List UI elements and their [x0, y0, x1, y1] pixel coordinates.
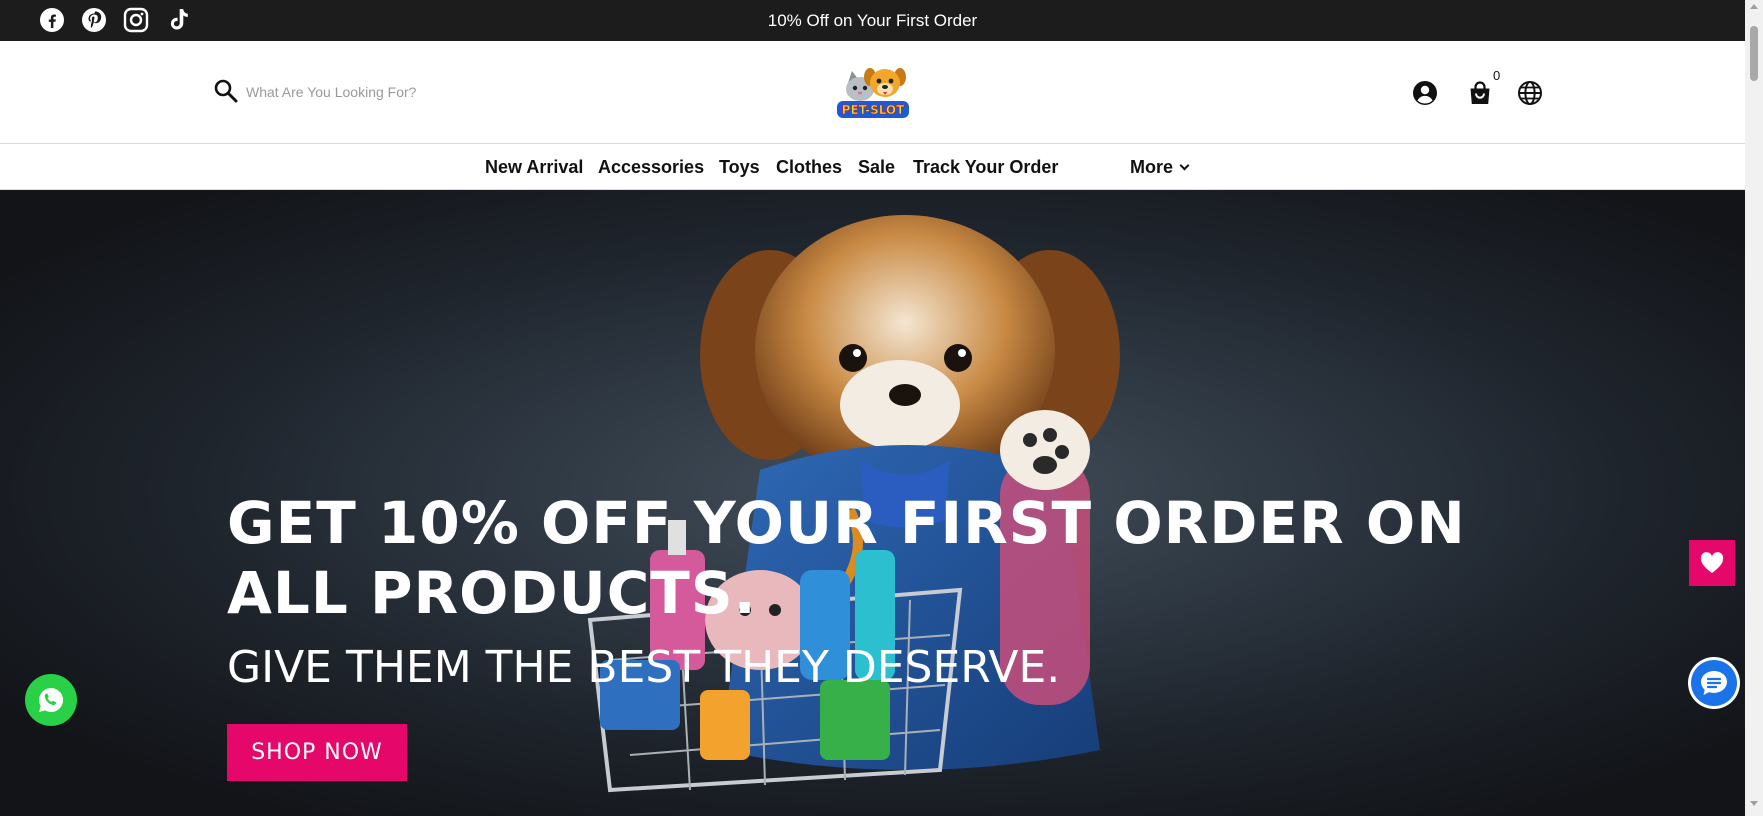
scroll-down-arrow-icon[interactable] [1750, 801, 1758, 806]
logo-text: PET-SLOT [842, 103, 905, 117]
nav-item-clothes[interactable]: Clothes [776, 144, 842, 190]
wishlist-button[interactable] [1689, 540, 1735, 586]
announcement-bar: 10% Off on Your First Order [0, 0, 1745, 41]
whatsapp-icon [39, 687, 64, 712]
search-input[interactable] [246, 78, 606, 106]
chat-button[interactable] [1688, 657, 1740, 709]
whatsapp-button[interactable] [25, 674, 77, 726]
chat-bubble [1691, 660, 1737, 706]
nav-item-accessories[interactable]: Accessories [598, 144, 704, 190]
site-header: PET-SLOT 0 [0, 41, 1745, 144]
shop-now-button[interactable]: SHOP NOW [227, 724, 407, 781]
nav-more-label: More [1130, 157, 1174, 177]
account-icon[interactable] [1411, 79, 1439, 107]
nav-item-track-your-order[interactable]: Track Your Order [913, 144, 1058, 190]
announcement-text[interactable]: 10% Off on Your First Order [0, 0, 1745, 41]
globe-icon[interactable] [1516, 79, 1544, 107]
page-scrollbar[interactable] [1745, 0, 1763, 816]
nav-item-toys[interactable]: Toys [719, 144, 760, 190]
nav-item-sale[interactable]: Sale [858, 144, 895, 190]
chat-icon [1701, 671, 1727, 695]
main-nav: New Arrival Accessories Toys Clothes Sal… [0, 144, 1745, 190]
site-logo[interactable]: PET-SLOT [834, 63, 912, 123]
scrollbar-thumb[interactable] [1750, 26, 1758, 81]
heart-icon [1700, 552, 1724, 573]
scroll-up-arrow-icon[interactable] [1750, 4, 1758, 9]
cart-count-badge: 0 [1493, 68, 1501, 83]
nav-item-new-arrival[interactable]: New Arrival [485, 144, 583, 190]
nav-item-more[interactable]: More [1130, 144, 1190, 190]
search-icon[interactable] [213, 78, 239, 104]
hero-headline: GET 10% OFF YOUR FIRST ORDER ON ALL PROD… [227, 489, 1466, 627]
hero-subheadline: GIVE THEM THE BEST THEY DESERVE. [227, 642, 1061, 693]
cart-icon[interactable] [1466, 79, 1494, 107]
chevron-down-icon [1179, 160, 1190, 171]
hero-banner: GET 10% OFF YOUR FIRST ORDER ON ALL PROD… [0, 190, 1745, 816]
